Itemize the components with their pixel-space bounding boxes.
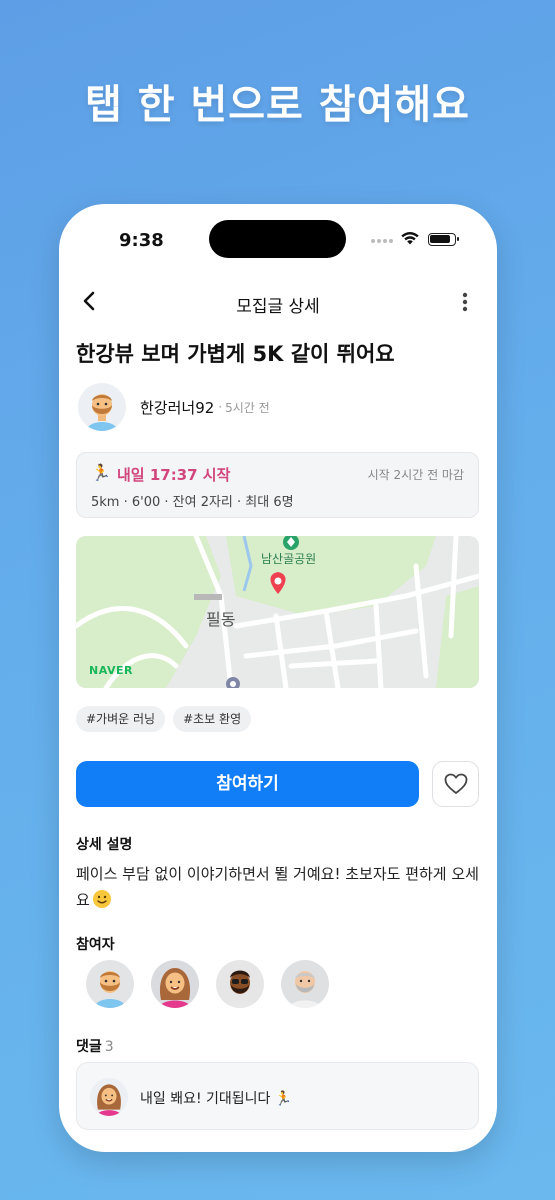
participant-avatar[interactable]: [151, 960, 199, 1008]
description-text: 페이스 부담 없이 이야기하면서 뛸 거예요! 초보자도 편하게 오세요: [76, 865, 479, 909]
more-vertical-icon[interactable]: [457, 290, 473, 314]
tag-list: #가벼운 러닝 #초보 환영: [76, 706, 252, 732]
start-time: 내일 17:37 시작: [117, 466, 231, 484]
smile-emoji-icon: [92, 890, 111, 908]
author-name[interactable]: 한강러너92: [140, 397, 214, 418]
map-view[interactable]: 남산골공원 필동 NAVER: [76, 536, 479, 688]
author-avatar[interactable]: [78, 383, 126, 431]
description-heading: 상세 설명: [76, 837, 133, 853]
tag-chip[interactable]: #가벼운 러닝: [76, 706, 166, 732]
comments-count: 3: [104, 1039, 114, 1055]
participant-list: [86, 960, 329, 1008]
status-time: 9:38: [119, 230, 164, 251]
post-title: 한강뷰 보며 가볍게 5K 같이 뛰어요: [76, 342, 395, 366]
description-body: 페이스 부담 없이 이야기하면서 뛸 거예요! 초보자도 편하게 오세요: [76, 861, 480, 913]
deadline-text: 시작 2시간 전 마감: [367, 468, 464, 482]
dynamic-island: [209, 220, 346, 258]
nav-title: 모집글 상세: [236, 297, 320, 317]
posted-time: 5시간 전: [225, 400, 270, 415]
signal-icon: [371, 239, 395, 245]
wifi-icon: [401, 232, 419, 245]
naver-logo: NAVER: [89, 664, 133, 677]
runner-icon: 🏃: [91, 463, 111, 482]
comment-item[interactable]: 내일 봬요! 기대됩니다 🏃: [76, 1062, 479, 1130]
join-button[interactable]: 참여하기: [76, 761, 419, 807]
commenter-avatar[interactable]: [90, 1078, 128, 1116]
comments-title: 댓글: [76, 1039, 102, 1055]
participant-avatar[interactable]: [216, 960, 264, 1008]
run-details: 5km · 6'00 · 잔여 2자리 · 최대 6명: [91, 495, 294, 510]
heart-icon: [444, 773, 467, 794]
comment-text: 내일 봬요! 기대됩니다 🏃: [140, 1091, 293, 1107]
author-row[interactable]: 한강러너92 · 5시간 전: [78, 383, 270, 431]
map-district-label: 필동: [206, 610, 236, 629]
participants-heading: 참여자: [76, 937, 115, 953]
tag-chip[interactable]: #초보 환영: [173, 706, 252, 732]
battery-icon: [428, 233, 459, 246]
promo-headline: 탭 한 번으로 참여해요: [85, 82, 470, 128]
participant-avatar[interactable]: [281, 960, 329, 1008]
nav-bar: 모집글 상세: [59, 286, 497, 318]
comments-heading: 댓글 3: [76, 1036, 114, 1056]
author-separator: ·: [218, 400, 223, 414]
schedule-card: 🏃 내일 17:37 시작 시작 2시간 전 마감 5km · 6'00 · 잔…: [76, 452, 479, 518]
phone-frame: 9:38 모집글 상세 한강뷰 보며 가볍게 5K 같이 뛰어요 한강러너92 …: [59, 204, 497, 1152]
favorite-button[interactable]: [432, 761, 479, 807]
map-park-label: 남산골공원: [261, 552, 317, 566]
participant-avatar[interactable]: [86, 960, 134, 1008]
